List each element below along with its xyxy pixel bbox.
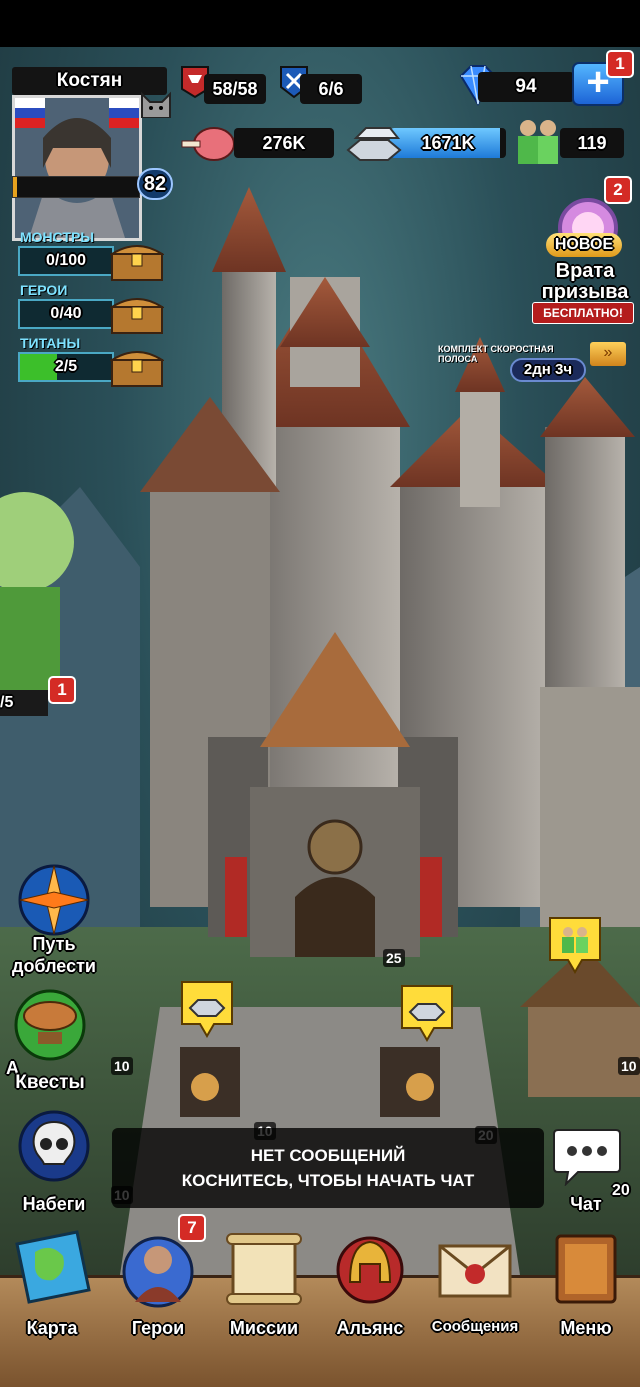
castle-level: 25 xyxy=(383,949,405,967)
airship-counter: /5 xyxy=(0,690,48,716)
summon-title-line1: Врата xyxy=(555,260,615,282)
book-icon xyxy=(555,1234,617,1304)
warrior-portrait-icon xyxy=(15,98,139,238)
nav-messages-label: Сообщения xyxy=(431,1318,519,1335)
nav-heroes[interactable]: 7 Герои xyxy=(108,1214,208,1387)
xp-bar xyxy=(12,176,140,198)
scroll-icon xyxy=(226,1233,302,1305)
chat-side-number: 20 xyxy=(612,1182,630,1199)
valor-path-line1: Путь xyxy=(32,934,76,954)
building-level-far-right: 10 xyxy=(618,1057,640,1075)
helmet-icon xyxy=(336,1236,404,1304)
nav-missions[interactable]: Миссии xyxy=(214,1222,314,1387)
nav-alliance[interactable]: Альянс xyxy=(320,1222,420,1387)
nav-messages[interactable]: Сообщения xyxy=(425,1222,525,1387)
skull-icon xyxy=(18,1110,90,1182)
gems-notification-badge: 1 xyxy=(606,50,634,78)
nav-map[interactable]: Карта xyxy=(2,1222,102,1387)
cat-icon xyxy=(141,91,171,118)
summon-new-tag: НОВОЕ xyxy=(546,233,622,257)
chat-preview[interactable]: НЕТ СООБЩЕНИЙ КОСНИТЕСЬ, ЧТОБЫ НАЧАТЬ ЧА… xyxy=(112,1128,544,1208)
quests-label[interactable]: Квесты xyxy=(2,1072,98,1094)
compass-icon xyxy=(18,864,90,936)
airship-icon[interactable] xyxy=(10,988,90,1062)
nav-menu[interactable]: Меню xyxy=(536,1222,636,1387)
iron-collect-bubble[interactable] xyxy=(178,978,236,1040)
heroes-chest-progress: 0/40 xyxy=(18,299,114,329)
workers-counter: 119 xyxy=(560,128,624,158)
monsters-chest-value: 0/100 xyxy=(45,252,87,269)
xp-fill xyxy=(13,177,17,197)
nav-alliance-label: Альянс xyxy=(336,1318,404,1338)
iron-counter: 1671K xyxy=(421,133,475,153)
speech-bubble-icon xyxy=(553,1129,621,1186)
fast-forward-icon[interactable]: » xyxy=(590,342,626,366)
player-avatar[interactable] xyxy=(12,95,142,241)
player-level-badge: 82 xyxy=(137,168,173,200)
nav-menu-label: Меню xyxy=(560,1318,612,1338)
gems-counter: 94 xyxy=(478,72,574,102)
envelope-icon xyxy=(438,1244,512,1298)
titans-chest-label: ТИТАНЫ xyxy=(20,335,81,351)
valor-path-line2: доблести xyxy=(12,956,96,976)
monsters-chest-icon[interactable] xyxy=(110,238,164,282)
nav-missions-label: Миссии xyxy=(229,1318,299,1338)
map-icon xyxy=(15,1230,91,1304)
monsters-chest-label: МОНСТРЫ xyxy=(20,229,95,245)
chat-empty-title: НЕТ СООБЩЕНИЙ xyxy=(250,1146,406,1165)
heroes-chest-value: 0/40 xyxy=(50,305,82,322)
workers-collect-bubble[interactable] xyxy=(546,914,604,976)
speed-lane-timer: 2дн 3ч xyxy=(510,358,586,382)
nav-heroes-label: Герои xyxy=(131,1318,185,1338)
troops-counter: 58/58 xyxy=(204,74,266,104)
food-counter: 276K xyxy=(234,128,334,158)
iron-bar: 1671K xyxy=(390,128,506,158)
heroes-chest-icon[interactable] xyxy=(110,291,164,335)
nav-map-label: Карта xyxy=(26,1318,78,1338)
summon-title-line2: призыва xyxy=(541,281,629,303)
tokens-counter: 6/6 xyxy=(300,74,362,104)
monsters-chest-progress: 0/100 xyxy=(18,246,114,276)
status-bar xyxy=(0,0,640,47)
titans-chest-progress: 2/5 xyxy=(18,352,114,382)
heroes-chest-label: ГЕРОИ xyxy=(20,282,68,298)
raids-button[interactable]: Набеги xyxy=(2,1108,106,1218)
chat-empty-hint: КОСНИТЕСЬ, ЧТОБЫ НАЧАТЬ ЧАТ xyxy=(181,1171,475,1190)
valor-path-button[interactable]: Путь доблести xyxy=(2,862,106,976)
meat-icon xyxy=(181,127,235,161)
iron-ingot-icon xyxy=(346,127,402,161)
raids-label: Набеги xyxy=(22,1194,86,1214)
building-level-left: 10 xyxy=(111,1057,133,1075)
iron-collect-bubble[interactable] xyxy=(398,982,456,1044)
titans-chest-icon[interactable] xyxy=(110,344,164,388)
heroes-badge: 7 xyxy=(178,1214,206,1242)
workers-icon xyxy=(518,120,558,164)
titans-chest-value: 2/5 xyxy=(54,358,78,375)
airship-badge: 1 xyxy=(48,676,76,704)
summon-free-tag: БЕСПЛАТНО! xyxy=(532,302,634,324)
